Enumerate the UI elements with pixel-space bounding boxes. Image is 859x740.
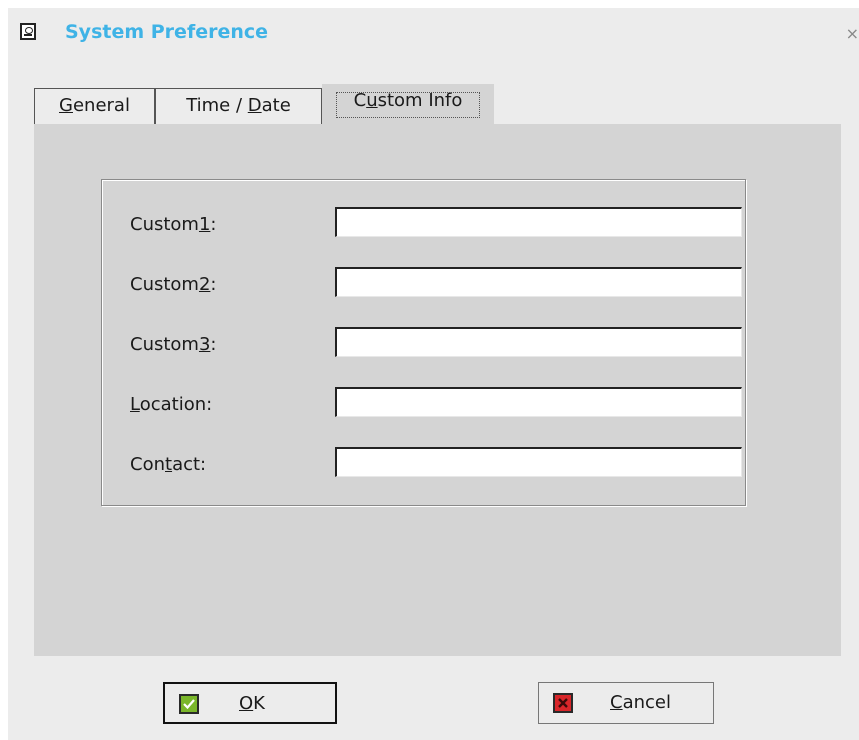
tab-time-date-mnemonic: D [247,95,262,116]
ok-button[interactable]: OK [163,682,337,724]
custom3-label: Custom3: [130,334,217,355]
tab-general-mnemonic: G [59,95,73,116]
focus-rectangle [336,92,480,118]
contact-field[interactable] [335,447,742,477]
tab-general[interactable]: General [34,88,155,124]
custom-info-panel: Custom1: Custom2: Custom3: Location: Con… [34,124,841,656]
system-preference-window: System Preference × General Time / Date … [8,8,859,740]
custom3-field[interactable] [335,327,742,357]
location-label: Location: [130,394,213,415]
custom2-field[interactable] [335,267,742,297]
cancel-label: Cancel [610,692,671,713]
tab-custom-info[interactable]: Custom Info [322,84,494,124]
x-icon [553,693,573,713]
location-field[interactable] [335,387,742,417]
close-button[interactable]: × [846,24,859,43]
check-icon [179,694,199,714]
contact-label: Contact: [130,454,207,475]
ok-label: OK [239,693,265,714]
window-title: System Preference [65,21,269,43]
tab-time-date[interactable]: Time / Date [155,88,322,124]
custom1-field[interactable] [335,207,742,237]
app-icon [20,23,36,40]
custom2-label: Custom2: [130,274,217,295]
custom1-label: Custom1: [130,214,217,235]
cancel-button[interactable]: Cancel [538,682,714,724]
custom-info-group: Custom1: Custom2: Custom3: Location: Con… [101,179,746,506]
title-bar: System Preference × [8,8,859,56]
